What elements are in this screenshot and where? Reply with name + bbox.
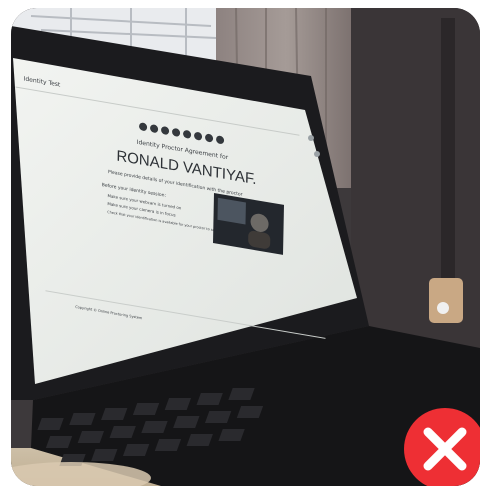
photo-frame: Identity Test Identity Proctor Agreement… <box>0 0 487 490</box>
help-icon[interactable] <box>314 151 320 157</box>
reject-badge[interactable] <box>404 408 480 486</box>
gear-icon[interactable] <box>308 135 314 141</box>
wall-outlet <box>429 278 463 323</box>
laptop-photo: Identity Test Identity Proctor Agreement… <box>11 8 480 486</box>
